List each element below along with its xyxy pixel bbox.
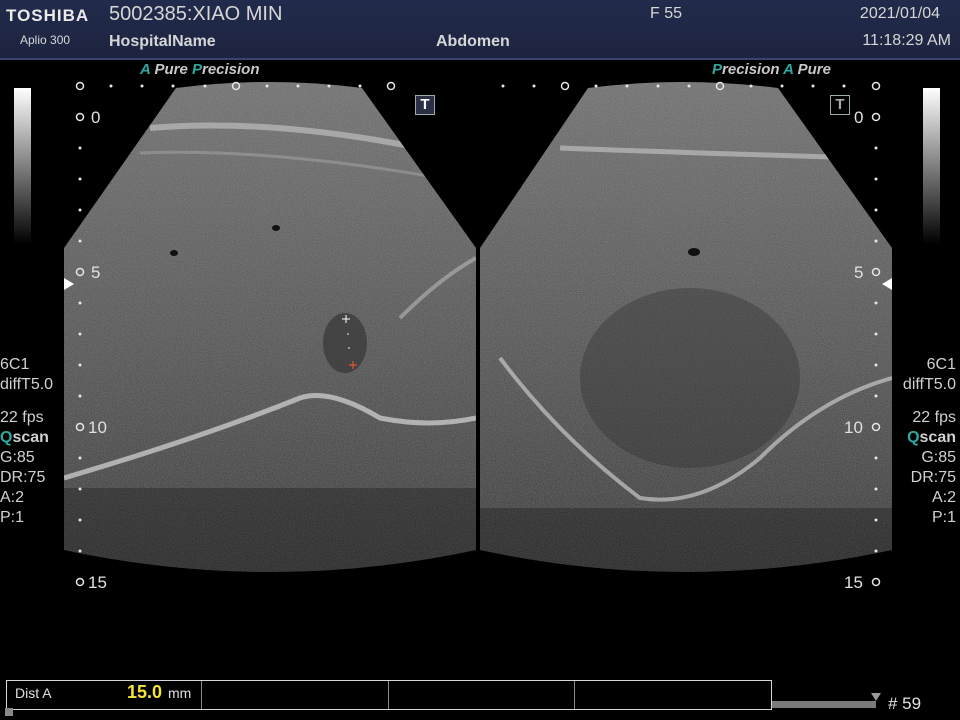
a-label: A:2 [0,489,25,506]
orientation-t-icon-right[interactable]: T [830,95,850,115]
depth-label-15-left: 15 [88,573,107,592]
grayscale-bar-left [14,88,31,244]
measurement-value: 15.0 [127,682,163,702]
dr-label: DR:75 [910,469,956,486]
grayscale-bar-right [923,88,940,244]
corner-marker [5,708,13,716]
device-model: Aplio 300 [20,33,71,47]
brand-logo: TOSHIBA [6,6,90,25]
cine-position-marker[interactable] [871,693,881,701]
exam-date: 2021/01/04 [859,5,940,22]
a-label: A:2 [931,489,956,506]
p-label: P:1 [931,509,956,526]
measurement-label: Dist A [15,685,52,701]
exam-type: Abdomen [436,33,510,50]
depth-label-0-left: 0 [91,108,101,127]
header-bar: TOSHIBA Aplio 300 5002385:XIAO MIN Hospi… [0,0,960,60]
measurement-cell-empty[interactable] [389,681,576,709]
qscan-label: Qscan [907,429,956,446]
probe-label: 6C1 [926,356,956,373]
ultrasound-dual-view[interactable] [0,58,960,618]
measurement-cell-dist-a[interactable]: Dist A 15.0 mm [7,681,202,709]
cine-scrollbar[interactable] [772,701,876,708]
left-image [64,82,476,572]
params-left: 6C1 diffT5.0 22 fps Qscan G:85 DR:75 A:2… [0,355,53,528]
probe-label: 6C1 [0,356,30,373]
depth-label-5-left: 5 [91,263,101,282]
p-label: P:1 [0,509,25,526]
fps-label: 22 fps [0,409,44,426]
exam-time: 11:18:29 AM [862,32,951,49]
patient-id: 5002385:XIAO MIN [109,3,283,25]
measurement-unit: mm [168,685,192,701]
mode-label: diffT5.0 [902,376,956,393]
depth-label-5-right: 5 [854,263,864,282]
depth-label-15-right: 15 [844,573,863,592]
depth-label-0-right: 0 [854,108,864,127]
measurement-cell-empty[interactable] [202,681,389,709]
dr-label: DR:75 [0,469,46,486]
measurement-cell-empty[interactable] [575,681,771,709]
hospital-name: HospitalName [109,33,216,50]
gain-label: G:85 [921,449,956,466]
qscan-label: Qscan [0,429,49,446]
frame-count: # 59 [888,694,922,713]
depth-label-10-right: 10 [844,418,863,437]
orientation-t-icon-left[interactable]: T [415,95,435,115]
frame-label: F 55 [650,5,683,22]
mode-label: diffT5.0 [0,376,54,393]
fps-label: 22 fps [912,409,956,426]
right-image [480,82,892,572]
params-right: 6C1 diffT5.0 22 fps Qscan G:85 DR:75 A:2… [903,355,956,528]
gain-label: G:85 [0,449,35,466]
depth-label-10-left: 10 [88,418,107,437]
measurement-bar: Dist A 15.0 mm [6,680,772,710]
